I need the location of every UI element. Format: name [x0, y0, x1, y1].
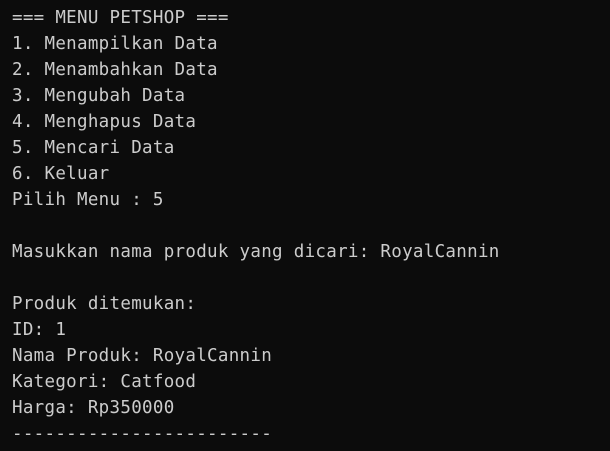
- terminal-window[interactable]: === MENU PETSHOP === 1. Menampilkan Data…: [0, 0, 610, 451]
- result-heading: Produk ditemukan:: [12, 294, 197, 314]
- result-price: Harga: Rp350000: [12, 398, 175, 418]
- result-product-name: Nama Produk: RoyalCannin: [12, 346, 273, 366]
- menu-item-hapus: 4. Menghapus Data: [12, 112, 197, 132]
- result-category: Kategori: Catfood: [12, 372, 197, 392]
- menu-item-cari: 5. Mencari Data: [12, 138, 175, 158]
- menu-header: === MENU PETSHOP ===: [12, 8, 229, 28]
- search-prompt: Masukkan nama produk yang dicari: RoyalC…: [12, 242, 500, 262]
- menu-item-ubah: 3. Mengubah Data: [12, 86, 186, 106]
- result-id: ID: 1: [12, 320, 67, 340]
- menu-item-keluar: 6. Keluar: [12, 164, 110, 184]
- menu-choice-prompt: Pilih Menu : 5: [12, 190, 164, 210]
- menu-item-tampilkan: 1. Menampilkan Data: [12, 34, 218, 54]
- result-separator: ------------------------: [12, 424, 273, 444]
- menu-item-tambahkan: 2. Menambahkan Data: [12, 60, 218, 80]
